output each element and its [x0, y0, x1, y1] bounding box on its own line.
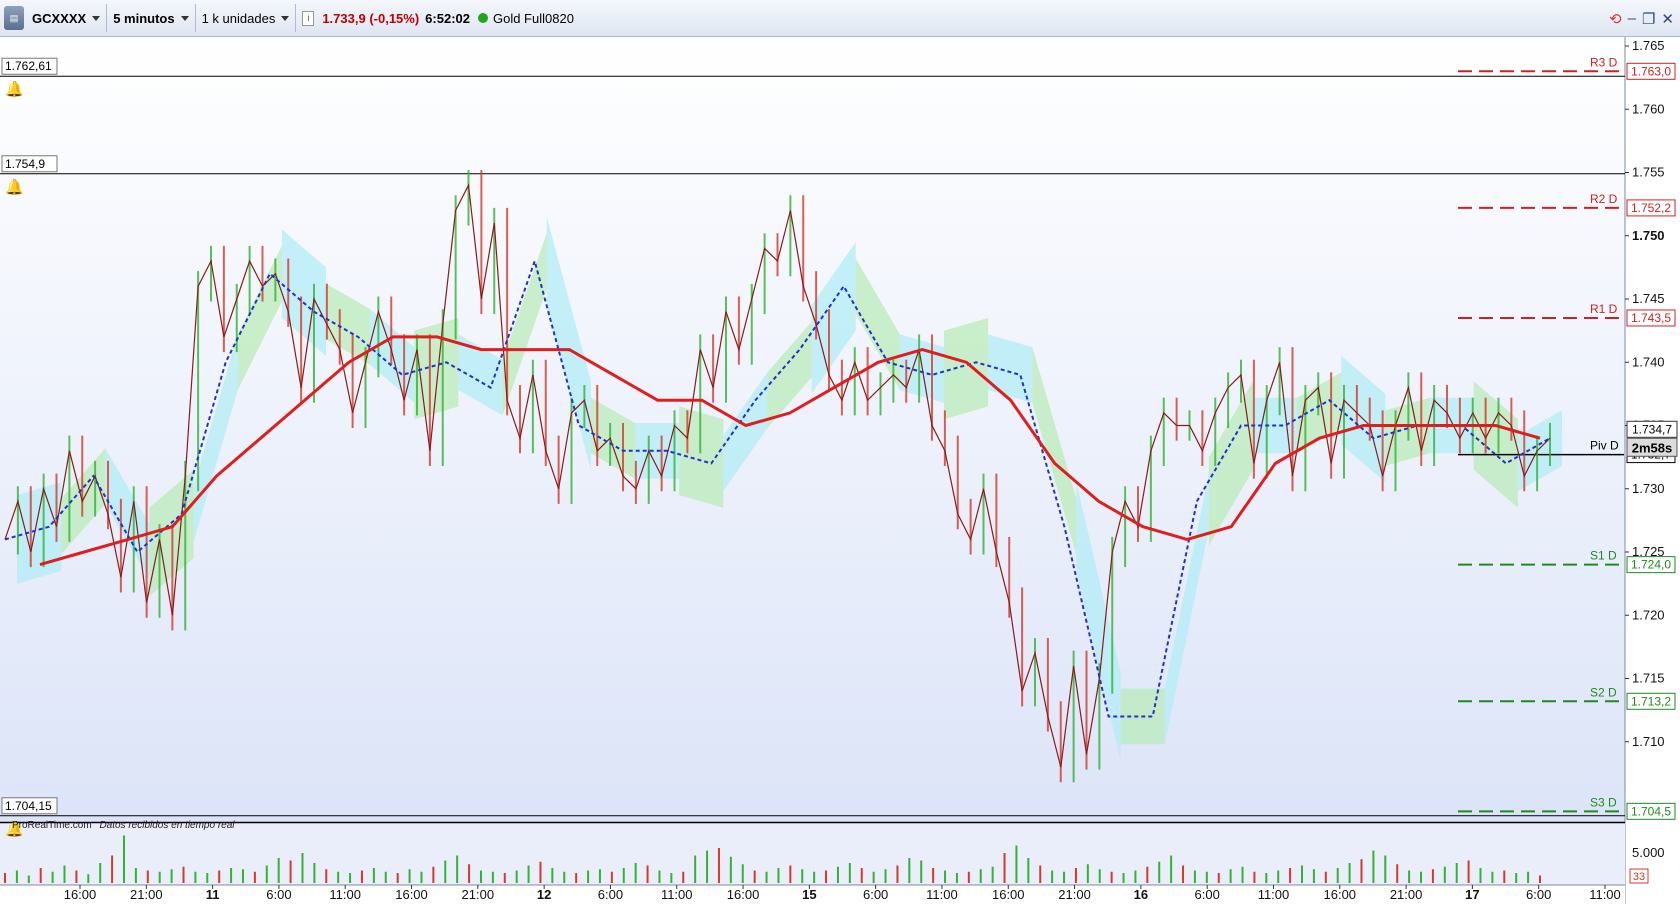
- x-tick-label: 11:00: [926, 887, 958, 902]
- feed-name: Gold Full0820: [492, 10, 574, 26]
- status-dot-icon: [477, 13, 488, 23]
- quote-info: i 1.733,9 (-0,15%) 6:52:02 Gold Full0820: [296, 0, 580, 37]
- pivot-value: 1.713,2: [1631, 694, 1671, 708]
- x-tick-label: 16:00: [992, 887, 1025, 902]
- pivot-name: R2 D: [1590, 192, 1618, 206]
- bell-icon[interactable]: 🔔: [5, 178, 24, 196]
- y-tick-label: 1.730: [1632, 481, 1665, 496]
- pivot-name: S1 D: [1590, 549, 1617, 563]
- close-icon[interactable]: ✕: [1661, 10, 1674, 28]
- pivot-name: R1 D: [1590, 302, 1618, 316]
- y-tick-label: 1.750: [1632, 228, 1665, 243]
- x-tick-label: 21:00: [462, 887, 495, 902]
- y-tick-label: 1.765: [1632, 38, 1665, 53]
- quote-time: 6:52:02: [425, 10, 470, 26]
- restore-icon[interactable]: ❐: [1642, 10, 1655, 28]
- x-tick-label: 16: [1134, 887, 1148, 902]
- info-icon[interactable]: i: [302, 10, 315, 26]
- x-tick-label: 6:00: [266, 887, 291, 902]
- x-tick-label: 6:00: [863, 887, 888, 902]
- units-label: 1 k unidades: [201, 10, 276, 26]
- y-tick-label: 1.745: [1632, 291, 1665, 306]
- chevron-down-icon: [92, 15, 101, 21]
- x-tick-label: 6:00: [1195, 887, 1220, 902]
- chevron-down-icon: [281, 15, 290, 21]
- x-tick-label: 11:00: [329, 887, 361, 902]
- app-window: ▤ GCXXXX 5 minutos 1 k unidades i 1.733,…: [0, 0, 1680, 904]
- x-tick-label: 6:00: [598, 887, 623, 902]
- units-dropdown[interactable]: 1 k unidades: [196, 0, 296, 37]
- x-tick-label: 21:00: [1390, 887, 1423, 902]
- footer-source: ProRealTime.com Datos recibidos en tiemp…: [12, 820, 235, 831]
- x-tick-label: 21:00: [1058, 887, 1091, 902]
- pivot-value: 1.724,0: [1631, 558, 1671, 572]
- svg-text:ProRealTime.com Datos: ProRealTime.com Datos recibidos en tiemp…: [12, 820, 235, 831]
- price-change: 1.733,9 (-0,15%): [322, 10, 420, 26]
- y-tick-label: 1.760: [1632, 101, 1665, 116]
- price-chart[interactable]: R3 D 1.763,0 R2 D 1.752,2 R1 D 1.743,5 Piv D 1.…: [0, 37, 1680, 904]
- y-tick-label: 1.740: [1632, 354, 1665, 369]
- volume-tick-label: 5.000: [1632, 845, 1665, 860]
- x-tick-label: 6:00: [1526, 887, 1551, 902]
- x-tick-label: 11:00: [661, 887, 693, 902]
- cloud-segment: [944, 318, 989, 420]
- pivot-name: S3 D: [1590, 795, 1617, 809]
- pivot-value: 1.763,0: [1631, 64, 1671, 78]
- sync-icon[interactable]: ⟲: [1609, 10, 1622, 28]
- y-tick-label: 1.755: [1632, 165, 1665, 180]
- pivot-value: 1.743,5: [1631, 311, 1671, 325]
- x-tick-label: 17: [1465, 887, 1479, 902]
- alert-value: 1.704,15: [5, 799, 52, 813]
- x-tick-label: 16:00: [395, 887, 428, 902]
- timeframe-dropdown[interactable]: 5 minutos: [107, 0, 194, 37]
- x-tick-label: 11:00: [1258, 887, 1290, 902]
- app-logo-icon: ▤: [4, 6, 24, 30]
- x-tick-label: 11:00: [1589, 887, 1621, 902]
- instrument-dropdown[interactable]: GCXXXX: [26, 0, 106, 37]
- y-tick-label: 1.720: [1632, 607, 1665, 622]
- footer-note: Datos recibidos en tiempo real: [99, 820, 235, 831]
- pivot-name: R3 D: [1590, 55, 1618, 69]
- y-tick-label: 1.725: [1632, 544, 1665, 559]
- volume-value-label: 33: [1633, 871, 1645, 883]
- pivot-value: 1.704,5: [1631, 804, 1671, 818]
- x-tick-label: 15: [802, 887, 816, 902]
- alert-value: 1.754,9: [5, 157, 45, 171]
- cloud-segment: [17, 482, 62, 584]
- bell-icon[interactable]: 🔔: [5, 80, 24, 98]
- timeframe-label: 5 minutos: [113, 10, 175, 26]
- window-controls: ⟲ – ❐ ✕: [1609, 0, 1674, 37]
- x-tick-label: 12: [537, 887, 551, 902]
- x-tick-label: 11: [206, 887, 220, 902]
- alert-value: 1.762,61: [5, 59, 52, 73]
- countdown-label: 2m58s: [1632, 440, 1672, 455]
- x-tick-label: 16:00: [727, 887, 760, 902]
- chart-toolbar: ▤ GCXXXX 5 minutos 1 k unidades i 1.733,…: [0, 0, 1680, 37]
- pivot-value: 1.752,2: [1631, 201, 1671, 215]
- x-tick-label: 21:00: [130, 887, 163, 902]
- pivot-name: S2 D: [1590, 685, 1617, 699]
- footer-text: ProRealTime.com: [12, 820, 92, 831]
- chevron-down-icon: [180, 15, 189, 21]
- minimize-icon[interactable]: –: [1628, 10, 1636, 27]
- x-tick-label: 16:00: [1324, 887, 1357, 902]
- y-tick-label: 1.710: [1632, 734, 1665, 749]
- instrument-label: GCXXXX: [32, 10, 87, 26]
- pivot-name: Piv D: [1590, 439, 1619, 453]
- y-tick-label: 1.715: [1632, 671, 1665, 686]
- x-tick-label: 16:00: [64, 887, 97, 902]
- current-price-label: 1.734,7: [1632, 422, 1672, 436]
